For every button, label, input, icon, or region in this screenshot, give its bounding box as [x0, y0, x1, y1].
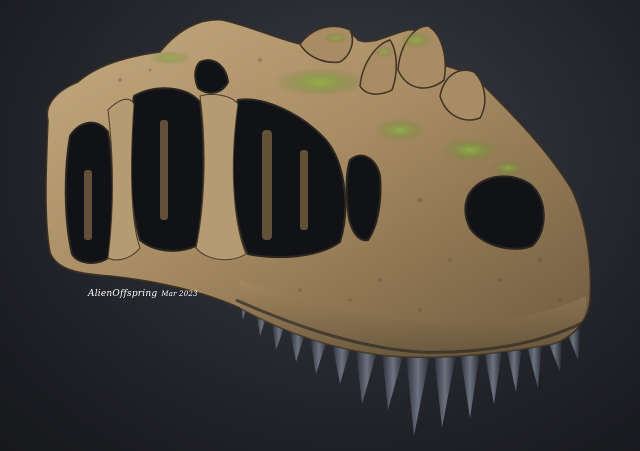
tooth — [484, 350, 502, 404]
tooth — [356, 348, 378, 404]
lateral-slit — [345, 154, 382, 242]
tooth — [382, 352, 404, 410]
tooth — [406, 354, 430, 436]
tooth — [460, 352, 480, 418]
artist-signature: AlienOffspring Mar 2023 — [88, 289, 198, 299]
signature-name: AlienOffspring — [88, 289, 158, 299]
tooth — [434, 354, 456, 428]
signature-date: Mar 2023 — [161, 290, 198, 298]
tooth — [506, 346, 522, 392]
artwork-canvas: AlienOffspring Mar 2023 — [0, 0, 640, 451]
skull-illustration — [45, 19, 592, 436]
